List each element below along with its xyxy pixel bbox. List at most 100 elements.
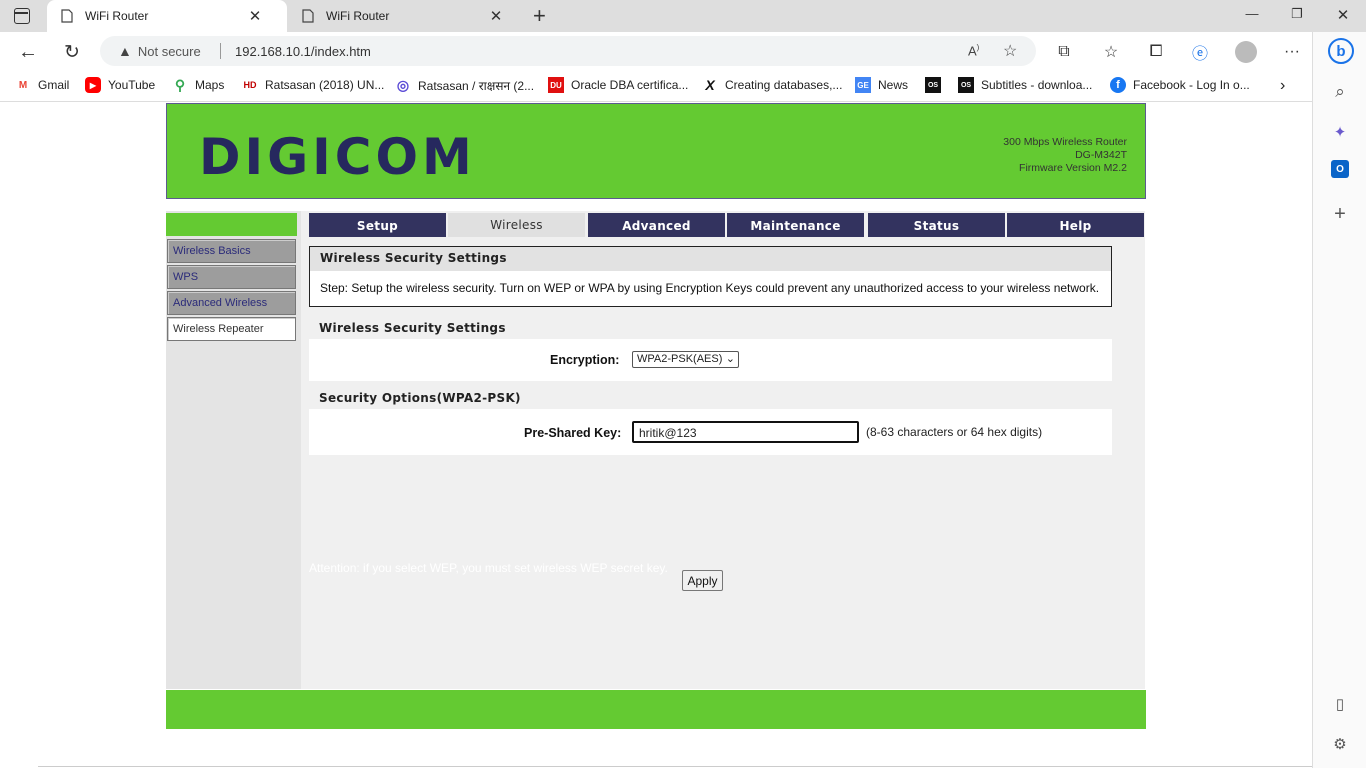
- minimize-button[interactable]: —: [1237, 6, 1267, 26]
- edge-sidebar: b ⌕ ✦ O + ▯ ⚙: [1312, 32, 1366, 768]
- encryption-select[interactable]: WPA2-PSK(AES) ⌄: [632, 351, 739, 368]
- bookmark-ratsasan[interactable]: ◎ Ratsasan / राक्षसन (2...: [395, 77, 534, 94]
- product-info: 300 Mbps Wireless Router DG-M342T Firmwa…: [1003, 136, 1127, 175]
- bookmark-label: News: [878, 78, 909, 92]
- bookmark-label: Creating databases,...: [725, 78, 843, 92]
- side-menu-header: [166, 213, 297, 236]
- bing-chat-icon[interactable]: b: [1328, 38, 1354, 64]
- psk-row: Pre-Shared Key: hritik@123 (8-63 charact…: [309, 409, 1112, 455]
- copilot-icon[interactable]: ✦: [1328, 120, 1352, 144]
- new-tab-button[interactable]: +: [533, 3, 546, 29]
- sidebar-item-wireless-basics[interactable]: Wireless Basics: [167, 239, 296, 263]
- encryption-row: Encryption: WPA2-PSK(AES) ⌄: [309, 339, 1112, 381]
- web-icon: ◎: [396, 77, 410, 93]
- info-box: Wireless Security Settings Step: Setup t…: [309, 246, 1112, 307]
- more-bookmarks-icon[interactable]: ›: [1280, 77, 1285, 95]
- bookmark-subtitles[interactable]: OS Subtitles - downloa...: [958, 77, 1092, 93]
- bookmark-creating-db[interactable]: X Creating databases,...: [702, 77, 842, 93]
- profile-avatar[interactable]: [1234, 40, 1258, 64]
- warning-icon: ▲: [118, 43, 132, 59]
- tab-help[interactable]: Help: [1007, 213, 1144, 237]
- close-tab-icon[interactable]: ✕: [245, 7, 265, 25]
- youtube-icon: ▶: [85, 77, 101, 93]
- tab-setup[interactable]: Setup: [309, 213, 446, 237]
- tab-title: WiFi Router: [85, 9, 149, 23]
- settings-icon[interactable]: ⚙: [1328, 732, 1352, 756]
- url-box[interactable]: ▲ Not secure 192.168.10.1/index.htm A) ☆: [100, 36, 1036, 66]
- bookmark-label: YouTube: [108, 78, 156, 92]
- router-header: DIGICOM 300 Mbps Wireless Router DG-M342…: [166, 103, 1146, 199]
- extensions-icon[interactable]: ⧉: [1052, 40, 1076, 64]
- divider: [38, 766, 1312, 767]
- tab-advanced[interactable]: Advanced: [588, 213, 725, 237]
- browser-tab-2[interactable]: WiFi Router ✕: [288, 0, 528, 32]
- router-page: DIGICOM 300 Mbps Wireless Router DG-M342…: [0, 103, 1312, 768]
- encryption-label: Encryption:: [550, 353, 620, 367]
- sidebar-item-wireless-repeater[interactable]: Wireless Repeater: [167, 317, 296, 341]
- search-icon[interactable]: ⌕: [1328, 80, 1352, 104]
- sidebar-item-wps[interactable]: WPS: [167, 265, 296, 289]
- tab-maintenance[interactable]: Maintenance: [727, 213, 864, 237]
- bookmark-label: Gmail: [38, 78, 70, 92]
- favorites-icon[interactable]: ☆: [1099, 40, 1123, 64]
- add-icon[interactable]: +: [1328, 202, 1352, 226]
- read-aloud-icon[interactable]: A): [968, 43, 979, 58]
- bookmark-gmail[interactable]: M Gmail: [15, 77, 70, 93]
- info-text: Step: Setup the wireless security. Turn …: [320, 281, 1100, 295]
- psk-input[interactable]: hritik@123: [632, 421, 859, 443]
- os-icon: OS: [958, 77, 974, 93]
- restore-button[interactable]: ❐: [1282, 6, 1312, 26]
- browser-tab-bar: WiFi Router ✕ WiFi Router ✕ + — ❐ ✕: [0, 0, 1366, 32]
- bookmark-news[interactable]: GE News: [855, 77, 908, 93]
- bookmark-label: Facebook - Log In o...: [1133, 78, 1250, 92]
- bookmark-label: Ratsasan (2018) UN...: [265, 78, 385, 92]
- tab-title: WiFi Router: [326, 9, 390, 23]
- facebook-icon: f: [1110, 77, 1126, 93]
- attention-note: Attention: if you select WEP, you must s…: [309, 561, 668, 575]
- du-icon: DU: [548, 77, 564, 93]
- url-text[interactable]: 192.168.10.1/index.htm: [235, 44, 371, 59]
- bookmarks-bar: M Gmail ▶ YouTube ⚲ Maps HD Ratsasan (2018) …: [0, 70, 1312, 102]
- close-window-button[interactable]: ✕: [1328, 6, 1358, 26]
- router-footer: [166, 690, 1146, 729]
- close-tab-icon[interactable]: ✕: [486, 7, 506, 25]
- tab-actions-icon[interactable]: [14, 8, 30, 24]
- bookmark-maps[interactable]: ⚲ Maps: [172, 77, 224, 93]
- refresh-icon[interactable]: ↻: [60, 40, 84, 64]
- page-icon: [300, 8, 316, 24]
- x-icon: X: [705, 77, 715, 93]
- more-options-icon[interactable]: ···: [1280, 40, 1304, 64]
- bookmark-ratsasan-hd[interactable]: HD Ratsasan (2018) UN...: [242, 77, 385, 93]
- tab-wireless[interactable]: Wireless: [448, 213, 585, 237]
- tab-status[interactable]: Status: [868, 213, 1005, 237]
- bookmark-oracle[interactable]: DU Oracle DBA certifica...: [548, 77, 688, 93]
- edge-extension-icon[interactable]: ⓔ: [1188, 40, 1212, 64]
- security-indicator[interactable]: ▲ Not secure: [118, 43, 201, 59]
- hd-icon: HD: [243, 80, 257, 90]
- sidebar-item-advanced-wireless[interactable]: Advanced Wireless: [167, 291, 296, 315]
- browser-tab-1[interactable]: WiFi Router ✕: [47, 0, 287, 32]
- side-menu: Wireless Basics WPS Advanced Wireless Wi…: [166, 211, 301, 689]
- back-icon[interactable]: ←: [16, 40, 40, 64]
- gmail-icon: M: [18, 79, 28, 91]
- apply-button[interactable]: Apply: [682, 570, 723, 591]
- digicom-logo: DIGICOM: [199, 128, 476, 186]
- bookmark-facebook[interactable]: f Facebook - Log In o...: [1110, 77, 1250, 93]
- product-model: DG-M342T: [1075, 149, 1127, 161]
- news-icon: GE: [855, 77, 871, 93]
- add-favorite-icon[interactable]: ☆: [1003, 41, 1017, 61]
- sidebar-toggle-icon[interactable]: ▯: [1328, 692, 1352, 716]
- section-title-security: Wireless Security Settings: [319, 321, 506, 335]
- bookmark-os[interactable]: OS: [925, 77, 948, 93]
- bookmark-label: Subtitles - downloa...: [981, 78, 1093, 92]
- collections-icon[interactable]: ⧠: [1144, 40, 1168, 64]
- bookmark-label: Oracle DBA certifica...: [571, 78, 689, 92]
- firmware-version: Firmware Version M2.2: [1019, 162, 1127, 174]
- bookmark-youtube[interactable]: ▶ YouTube: [85, 77, 155, 93]
- outlook-icon[interactable]: O: [1331, 160, 1349, 178]
- info-title: Wireless Security Settings: [310, 247, 1111, 271]
- chevron-down-icon: ⌄: [725, 353, 735, 365]
- bookmark-label: Ratsasan / राक्षसन (2...: [418, 79, 535, 93]
- encryption-value: WPA2-PSK(AES): [637, 353, 723, 365]
- psk-hint: (8-63 characters or 64 hex digits): [866, 425, 1043, 439]
